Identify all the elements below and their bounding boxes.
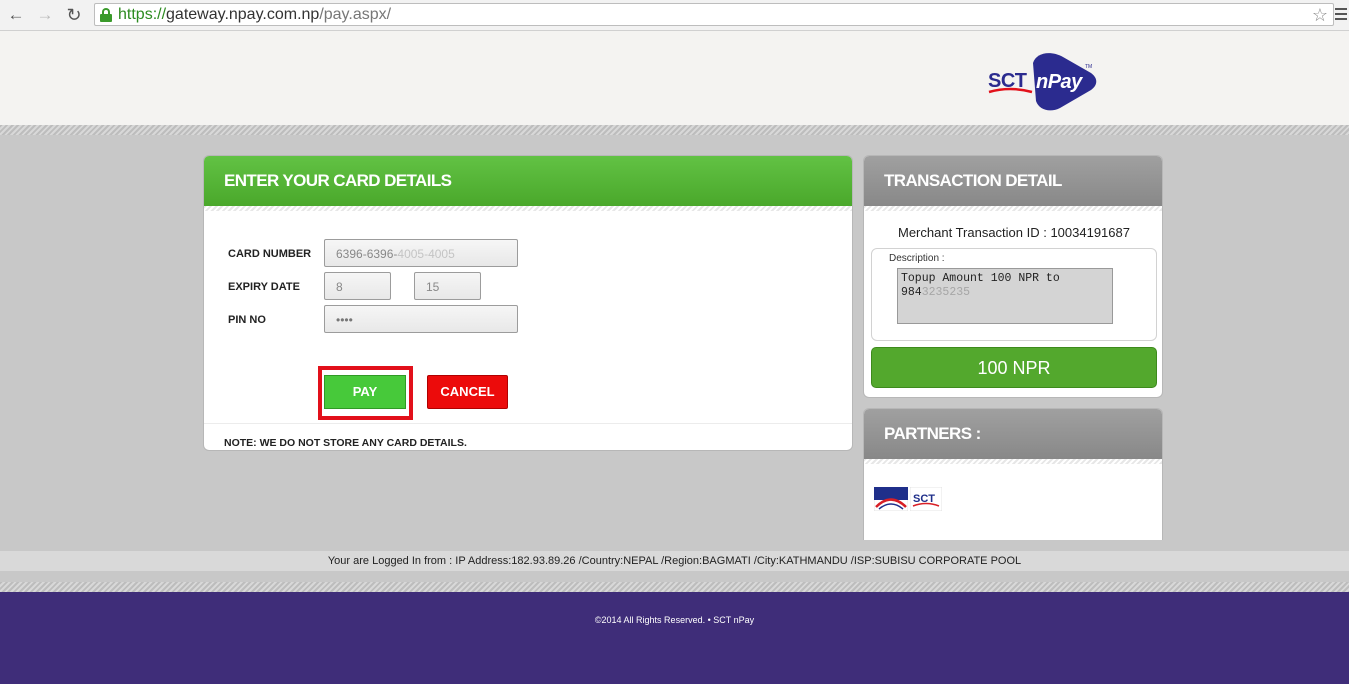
reload-icon[interactable]: ↻ (63, 4, 85, 26)
transaction-detail-header: TRANSACTION DETAIL (864, 156, 1162, 206)
lock-icon (100, 8, 112, 22)
description-label: Description : (889, 253, 945, 264)
card-details-title: ENTER YOUR CARD DETAILS (224, 171, 452, 190)
pay-button[interactable]: PAY (324, 375, 406, 409)
site-header: SCT nPay TM (0, 31, 1349, 125)
svg-text:TM: TM (1085, 64, 1092, 70)
card-number-input[interactable]: 6396-6396-4005-4005 (324, 239, 518, 267)
bank-partner-logo (874, 487, 908, 511)
copyright-text: ©2014 All Rights Reserved. • SCT nPay (594, 615, 755, 625)
partners-panel: PARTNERS : SCT (863, 408, 1163, 540)
card-number-label: CARD NUMBER (228, 248, 312, 260)
card-details-panel: ENTER YOUR CARD DETAILS CARD NUMBER 6396… (203, 155, 853, 451)
expiry-date-label: EXPIRY DATE (228, 281, 300, 293)
transaction-detail-panel: TRANSACTION DETAIL Merchant Transaction … (863, 155, 1163, 398)
sct-partner-logo: SCT (910, 487, 942, 511)
login-info-bar: Your are Logged In from : IP Address:182… (0, 551, 1349, 571)
header-stripe (0, 125, 1349, 135)
partners-header: PARTNERS : (864, 409, 1162, 459)
browser-menu-icon[interactable] (1335, 8, 1347, 22)
cancel-button[interactable]: CANCEL (427, 375, 508, 409)
transaction-detail-title: TRANSACTION DETAIL (884, 171, 1062, 190)
pin-label: PIN NO (228, 314, 266, 326)
footer-stripe (0, 582, 1349, 592)
address-bar[interactable]: https://gateway.npay.com.np/pay.aspx/ ☆ (94, 3, 1334, 26)
browser-toolbar: ← → ↻ https://gateway.npay.com.np/pay.as… (0, 0, 1349, 31)
bookmark-star-icon[interactable]: ☆ (1312, 5, 1328, 25)
pin-input[interactable]: •••• (324, 305, 518, 333)
back-arrow-icon[interactable]: ← (5, 4, 27, 26)
forward-arrow-icon[interactable]: → (34, 4, 56, 26)
url-text[interactable]: https://gateway.npay.com.np/pay.aspx/ (118, 6, 391, 24)
merchant-transaction-id: Merchant Transaction ID : 10034191687 (898, 225, 1130, 240)
card-storage-note: NOTE: WE DO NOT STORE ANY CARD DETAILS. (224, 437, 467, 449)
card-details-header: ENTER YOUR CARD DETAILS (204, 156, 852, 206)
amount-display: 100 NPR (871, 347, 1157, 388)
sct-npay-logo: SCT nPay TM (988, 53, 1097, 111)
expiry-month-input[interactable]: 8 (324, 272, 391, 300)
site-footer: ©2014 All Rights Reserved. • SCT nPay (0, 592, 1349, 684)
partners-title: PARTNERS : (884, 424, 981, 443)
expiry-year-input[interactable]: 15 (414, 272, 481, 300)
svg-text:nPay: nPay (1036, 71, 1083, 93)
description-textarea[interactable]: Topup Amount 100 NPR to 9843235235 (897, 268, 1113, 324)
